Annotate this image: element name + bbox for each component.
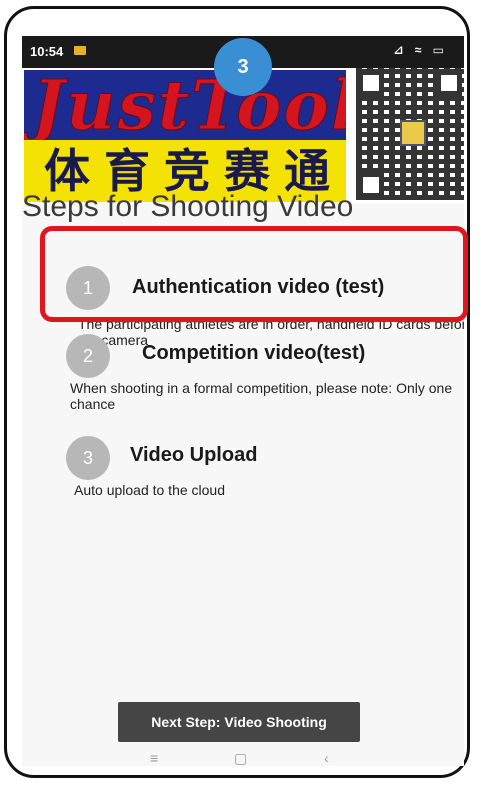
back-icon[interactable]: ‹ xyxy=(324,750,329,766)
step-number-circle: 3 xyxy=(66,436,110,480)
page-title: Steps for Shooting Video xyxy=(22,190,354,223)
app-screen: 10:54 ⊿ ≈ ▭ JustTool 体育竞赛通 1 Authenticat… xyxy=(22,36,464,766)
menu-icon[interactable]: ≡ xyxy=(150,750,158,766)
qr-finder-icon xyxy=(436,70,462,96)
status-time: 10:54 xyxy=(30,44,64,59)
step-title: Competition video(test) xyxy=(142,342,366,364)
qr-finder-icon xyxy=(358,70,384,96)
qr-code-icon xyxy=(356,68,464,200)
logo-text: JustTool xyxy=(32,70,346,140)
next-step-button[interactable]: Next Step: Video Shooting xyxy=(118,702,360,742)
logo: JustTool xyxy=(24,70,346,140)
step-description: When shooting in a formal competition, p… xyxy=(70,380,453,412)
status-icons: ⊿ ≈ ▭ xyxy=(393,43,448,57)
home-icon[interactable]: ▢ xyxy=(234,750,247,767)
step-description: Auto upload to the cloud xyxy=(74,482,226,498)
nav-bar: ≡ ▢ ‹ xyxy=(22,748,442,772)
notification-icon xyxy=(74,46,86,55)
highlight-box xyxy=(40,226,468,322)
step-number-circle: 2 xyxy=(66,334,110,378)
step-title: Video Upload xyxy=(130,444,258,466)
step-badge: 3 xyxy=(214,38,272,96)
qr-logo-icon xyxy=(400,120,426,146)
